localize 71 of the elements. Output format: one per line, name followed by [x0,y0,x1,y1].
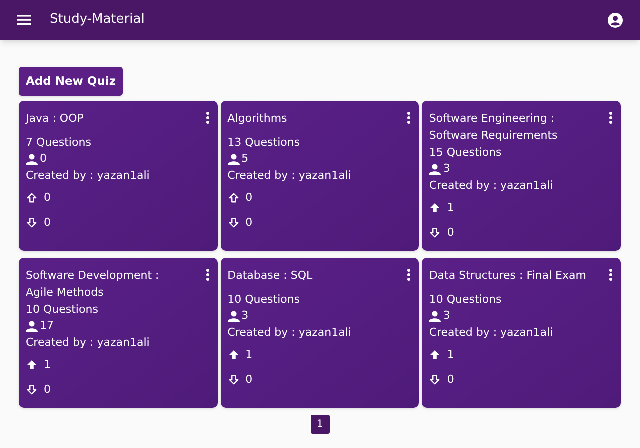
upvote-icon[interactable] [429,349,442,361]
participant-count: 0 [40,151,47,167]
upvote-icon[interactable] [228,349,240,361]
quiz-title: Database : SQL [228,268,314,284]
question-count: 10 Questions [26,302,98,318]
upvote-icon[interactable] [228,192,240,204]
quiz-title: Algorithms [228,111,288,127]
upvote-icon[interactable] [26,359,38,371]
participant-count: 3 [443,308,450,324]
created-by: Created by : yazan1ali [429,178,554,194]
menu-icon[interactable] [17,15,31,25]
question-count: 7 Questions [26,135,92,151]
quiz-title: Software Development : Agile Methods [26,268,160,301]
downvote-count: 0 [44,214,51,231]
question-count: 10 Questions [429,292,502,308]
downvote-count: 0 [447,372,454,388]
participant-count: 17 [40,318,54,334]
upvote-count: 1 [447,346,454,363]
more-options-icon[interactable] [407,269,412,281]
question-count: 10 Questions [228,292,300,308]
question-count: 15 Questions [429,145,502,161]
quiz-card[interactable]: Data Structures : Final Exam 10 Questions 3 Created by : yazan1ali 1 0 [422,258,621,408]
app-title: Study-Material [50,11,145,30]
downvote-count: 0 [44,382,51,398]
person-icon [228,310,240,322]
person-icon [429,164,442,174]
quiz-card[interactable]: Algorithms 13 Questions 5 Created by : yazan1ali 0 0 [220,101,420,251]
upvote-count: 1 [246,346,253,363]
upvote-count: 1 [44,356,51,373]
more-options-icon[interactable] [206,269,210,281]
page-button[interactable]: 1 [310,415,330,434]
person-icon [26,154,38,164]
downvote-icon[interactable] [429,374,442,386]
quiz-card[interactable]: Software Development : Agile Methods 10 Questions 17 Created by : yazan1ali 1 0 [19,258,218,408]
downvote-count: 0 [447,224,454,241]
add-quiz-button[interactable]: Add New Quiz [19,67,124,96]
quiz-card[interactable]: Database : SQL 10 Questions 3 Created by : yazan1ali 1 0 [220,258,420,408]
participant-count: 5 [242,151,249,167]
upvote-icon[interactable] [429,202,442,214]
participant-count: 3 [242,308,249,324]
downvote-icon[interactable] [228,217,240,229]
upvote-count: 1 [447,200,454,216]
downvote-icon[interactable] [26,217,38,229]
created-by: Created by : yazan1ali [26,168,150,184]
created-by: Created by : yazan1ali [228,168,352,184]
upvote-icon[interactable] [26,192,38,204]
more-options-icon[interactable] [609,112,613,124]
person-icon [228,154,240,164]
person-icon [429,310,442,322]
question-count: 13 Questions [228,135,300,151]
downvote-count: 0 [246,372,253,388]
upvote-count: 0 [246,190,253,206]
more-options-icon[interactable] [609,269,613,281]
person-icon [26,320,38,332]
more-options-icon[interactable] [206,112,210,124]
quiz-title: Software Engineering : Software Requirements [429,111,559,144]
downvote-icon[interactable] [228,374,240,386]
upvote-count: 0 [44,190,51,206]
quiz-card[interactable]: Software Engineering : Software Requirements 15 Questions 3 Created by : yazan1ali 1 0 [422,101,621,251]
quiz-card[interactable]: Java : OOP 7 Questions 0 Created by : yazan1ali 0 0 [19,101,218,251]
created-by: Created by : yazan1ali [26,335,150,351]
account-icon[interactable] [608,12,623,28]
downvote-icon[interactable] [429,227,442,239]
created-by: Created by : yazan1ali [429,325,554,341]
downvote-count: 0 [246,214,253,231]
downvote-icon[interactable] [26,384,38,396]
participant-count: 3 [443,161,450,177]
quiz-title: Java : OOP [26,111,85,127]
more-options-icon[interactable] [407,112,412,124]
created-by: Created by : yazan1ali [228,325,352,341]
quiz-title: Data Structures : Final Exam [429,268,588,284]
